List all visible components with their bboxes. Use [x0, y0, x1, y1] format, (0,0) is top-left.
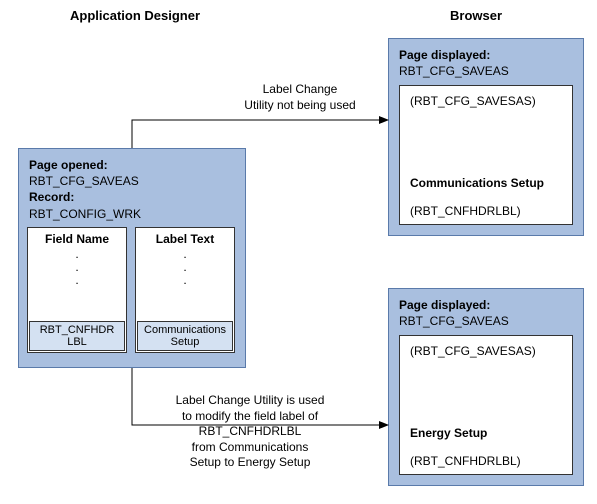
page-displayed-value: RBT_CFG_SAVEAS: [399, 63, 573, 79]
dot: .: [28, 274, 126, 287]
column-field-header: Field Name: [28, 232, 126, 246]
browser-top-body: (RBT_CFG_SAVESAS) Communications Setup (…: [399, 85, 573, 225]
annotation-bottom: Label Change Utility is used to modify t…: [150, 393, 350, 471]
column-label-header: Label Text: [136, 232, 234, 246]
setup-title: Energy Setup: [410, 426, 487, 440]
setup-title: Communications Setup: [410, 176, 544, 190]
browser-bottom-panel: Page displayed: RBT_CFG_SAVEAS (RBT_CFG_…: [388, 288, 584, 486]
page-opened-label: Page opened:: [29, 157, 235, 173]
heading-app-designer: Application Designer: [70, 8, 200, 23]
page-displayed-label: Page displayed:: [399, 297, 573, 313]
body-code: (RBT_CFG_SAVESAS): [410, 94, 536, 108]
cell-label-value: Communications Setup: [137, 321, 233, 351]
page-opened-value: RBT_CFG_SAVEAS: [29, 173, 235, 189]
browser-top-panel: Page displayed: RBT_CFG_SAVEAS (RBT_CFG_…: [388, 38, 584, 236]
record-label: Record:: [29, 189, 235, 205]
app-designer-panel: Page opened: RBT_CFG_SAVEAS Record: RBT_…: [18, 148, 246, 368]
cell-field-value: RBT_CNFHDR LBL: [29, 321, 125, 351]
column-dots: . . .: [136, 248, 234, 288]
field-code: (RBT_CNFHDRLBL): [410, 454, 521, 468]
field-code: (RBT_CNFHDRLBL): [410, 204, 521, 218]
page-displayed-value: RBT_CFG_SAVEAS: [399, 313, 573, 329]
body-code: (RBT_CFG_SAVESAS): [410, 344, 536, 358]
annotation-top: Label Change Utility not being used: [225, 82, 375, 113]
browser-bottom-body: (RBT_CFG_SAVESAS) Energy Setup (RBT_CNFH…: [399, 335, 573, 475]
column-dots: . . .: [28, 248, 126, 288]
record-value: RBT_CONFIG_WRK: [29, 206, 235, 222]
heading-browser: Browser: [450, 8, 502, 23]
dot: .: [136, 274, 234, 287]
page-displayed-label: Page displayed:: [399, 47, 573, 63]
